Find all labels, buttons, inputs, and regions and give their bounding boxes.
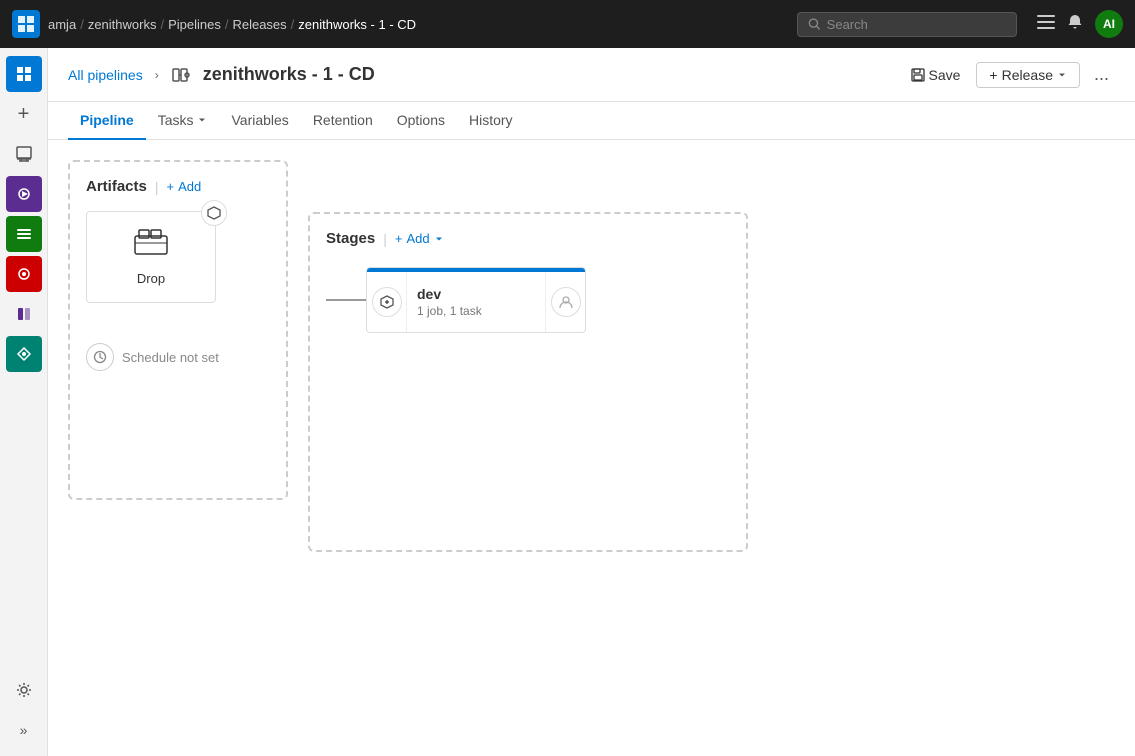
all-pipelines-link[interactable]: All pipelines (68, 67, 143, 83)
stages-add-button[interactable]: + Add (395, 231, 444, 246)
connector-line (326, 299, 366, 301)
tab-retention[interactable]: Retention (301, 102, 385, 140)
stage-area: dev 1 job, 1 task (326, 267, 730, 333)
artifact-name: Drop (137, 271, 165, 286)
collapse-icon[interactable]: » (6, 712, 42, 748)
release-chevron-icon (1057, 70, 1067, 80)
breadcrumb-pipelines[interactable]: Pipelines (168, 17, 221, 32)
content-area: All pipelines › zenithworks - 1 - CD Sav… (48, 48, 1135, 756)
artifacts-sep: | (155, 179, 159, 195)
stage-card[interactable]: dev 1 job, 1 task (366, 267, 586, 333)
stage-body: dev 1 job, 1 task (367, 272, 585, 332)
breadcrumb-sep-2: / (160, 17, 164, 32)
breadcrumb-amja[interactable]: amja (48, 17, 76, 32)
stages-add-label: Add (406, 231, 429, 246)
artifact-card[interactable]: Drop (86, 211, 216, 303)
artifacts-add-plus: + (167, 179, 175, 194)
tab-options[interactable]: Options (385, 102, 457, 140)
pipeline-header: All pipelines › zenithworks - 1 - CD Sav… (48, 48, 1135, 102)
breadcrumb: amja / zenithworks / Pipelines / Release… (48, 17, 416, 32)
stages-add-chevron (434, 234, 444, 244)
breadcrumb-current: zenithworks - 1 - CD (298, 17, 416, 32)
release-label: Release (1002, 67, 1053, 83)
user-avatar[interactable]: AI (1095, 10, 1123, 38)
topbar: amja / zenithworks / Pipelines / Release… (0, 0, 1135, 48)
settings-icon[interactable] (6, 672, 42, 708)
release-button[interactable]: + Release (976, 62, 1080, 88)
stage-meta: 1 job, 1 task (417, 304, 535, 318)
release-plus: + (989, 67, 997, 83)
more-dots: ... (1094, 64, 1109, 84)
header-actions: Save + Release ... (903, 60, 1116, 89)
stage-left-btn (367, 272, 407, 332)
breadcrumb-sep-1: / (80, 17, 84, 32)
sidebar-bottom: » (6, 672, 42, 748)
stages-panel: Stages | + Add (308, 212, 748, 552)
schedule-label: Schedule not set (122, 350, 219, 365)
tab-pipeline[interactable]: Pipeline (68, 102, 146, 140)
pipeline-header-icon (171, 65, 191, 85)
main-container: + (0, 48, 1135, 756)
breadcrumb-zenithworks[interactable]: zenithworks (88, 17, 157, 32)
stages-add-plus: + (395, 231, 403, 246)
stages-area: Stages | + Add (308, 212, 748, 552)
tasks-chevron-icon (197, 115, 207, 125)
breadcrumb-releases[interactable]: Releases (232, 17, 286, 32)
search-box (797, 12, 1017, 37)
sidebar-item-home[interactable] (6, 56, 42, 92)
stage-right-btn (545, 272, 585, 332)
tab-bar: Pipeline Tasks Variables Retention Optio… (48, 102, 1135, 140)
stage-name: dev (417, 286, 535, 302)
sidebar-item-artifacts[interactable] (6, 256, 42, 292)
artifact-icon (133, 228, 169, 265)
sidebar-item-pipelines[interactable] (6, 176, 42, 212)
artifacts-add-label: Add (178, 179, 201, 194)
pipeline-canvas: Artifacts | + Add (48, 140, 1135, 756)
stage-info: dev 1 job, 1 task (407, 276, 545, 328)
stage-approvals-button[interactable] (551, 287, 581, 317)
breadcrumb-sep-4: / (291, 17, 295, 32)
sidebar: + (0, 48, 48, 756)
artifact-badge[interactable] (201, 200, 227, 226)
tab-variables[interactable]: Variables (219, 102, 300, 140)
canvas-row: Artifacts | + Add (68, 160, 1115, 552)
search-input[interactable] (827, 17, 1006, 32)
artifacts-title: Artifacts (86, 178, 147, 195)
save-button[interactable]: Save (903, 63, 969, 87)
artifacts-panel: Artifacts | + Add (68, 160, 288, 500)
sidebar-item-repos[interactable] (6, 136, 42, 172)
stages-title: Stages (326, 230, 375, 247)
notifications-icon[interactable] (1067, 14, 1083, 35)
artifacts-add-button[interactable]: + Add (167, 179, 202, 194)
schedule-icon (86, 343, 114, 371)
more-options-button[interactable]: ... (1088, 60, 1115, 89)
stage-trigger-button[interactable] (372, 287, 402, 317)
list-icon[interactable] (1037, 15, 1055, 34)
sidebar-item-extensions[interactable] (6, 336, 42, 372)
stages-panel-header: Stages | + Add (326, 230, 730, 247)
app-logo[interactable] (12, 10, 40, 38)
artifacts-panel-header: Artifacts | + Add (86, 178, 270, 195)
save-label: Save (929, 67, 961, 83)
search-icon (808, 17, 821, 31)
topbar-icons: AI (1037, 10, 1123, 38)
schedule-section[interactable]: Schedule not set (86, 343, 270, 371)
breadcrumb-sep-3: / (225, 17, 229, 32)
sidebar-item-boards[interactable] (6, 216, 42, 252)
pipeline-title: zenithworks - 1 - CD (203, 64, 375, 85)
sidebar-item-add[interactable]: + (6, 96, 42, 132)
header-chevron: › (155, 68, 159, 82)
sidebar-item-testplans[interactable] (6, 296, 42, 332)
tab-history[interactable]: History (457, 102, 525, 140)
stages-sep: | (383, 231, 387, 247)
tab-tasks[interactable]: Tasks (146, 102, 220, 140)
